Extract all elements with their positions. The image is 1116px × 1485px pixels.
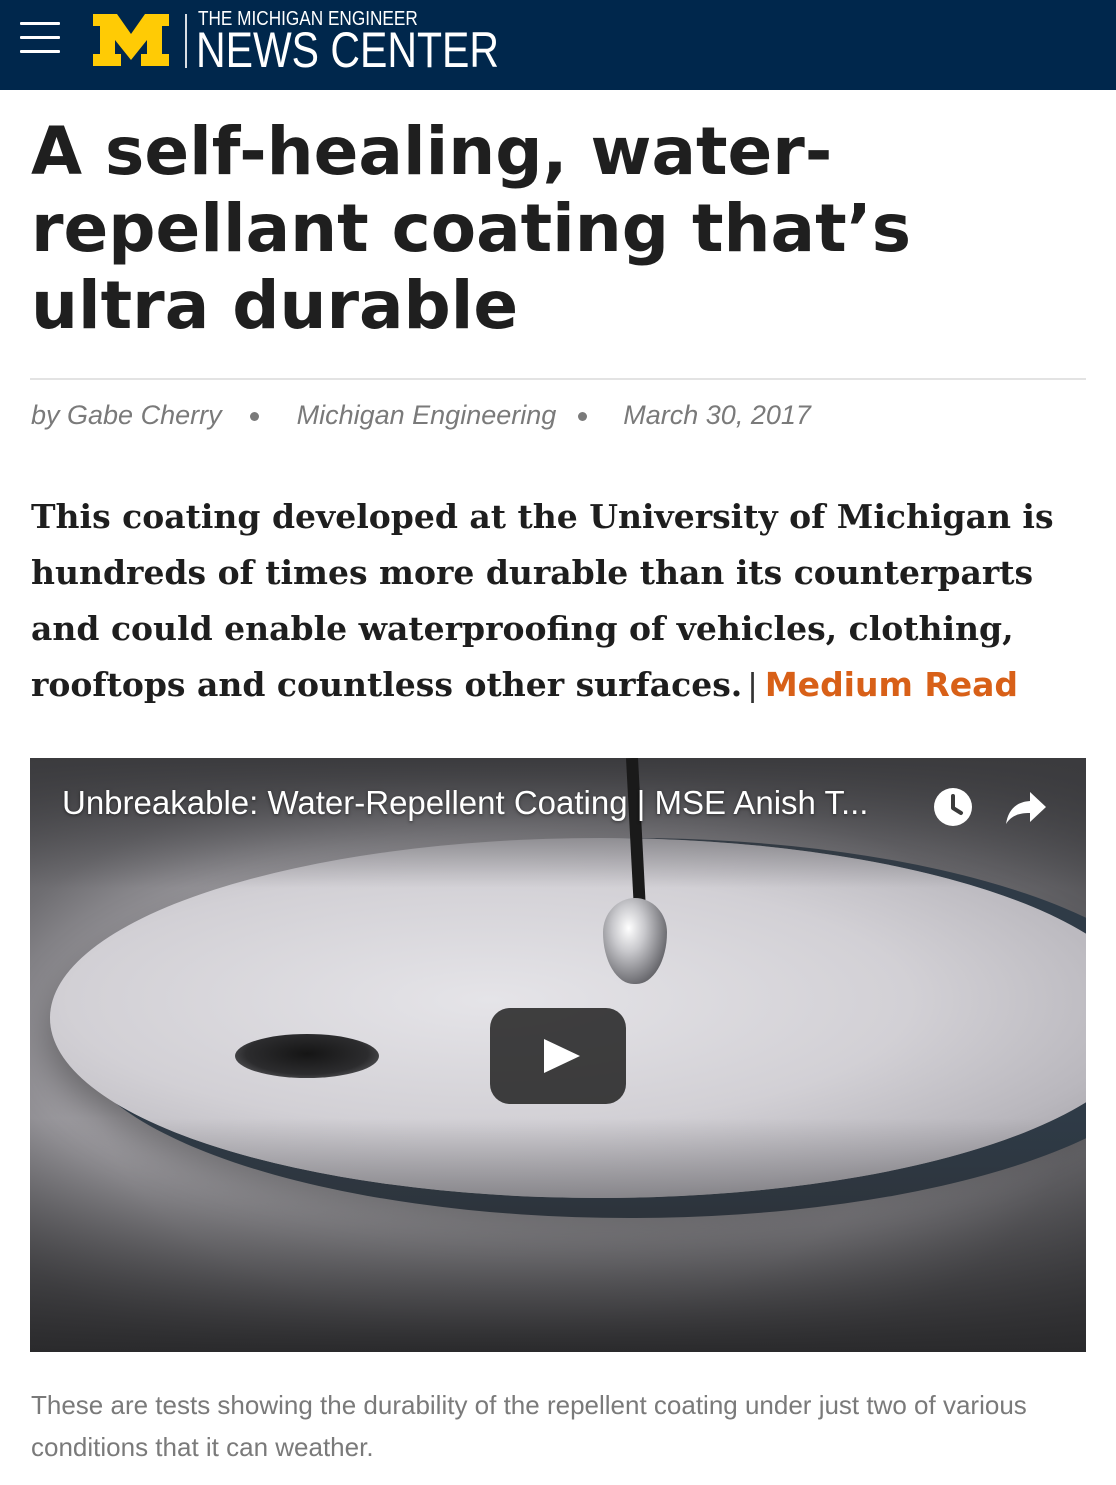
summary-separator: | — [748, 666, 757, 703]
university-block-m-logo[interactable] — [91, 12, 171, 68]
byline-source: Michigan Engineering — [296, 400, 557, 430]
divider — [30, 378, 1086, 380]
read-time-badge: Medium Read — [764, 665, 1019, 704]
article-headline: A self-healing, water-repellant coating … — [31, 113, 911, 344]
video-thumbnail-shade — [30, 758, 1086, 888]
site-header: THE MICHIGAN ENGINEER NEWS CENTER — [0, 0, 1116, 90]
logo-title[interactable]: NEWS CENTER — [196, 24, 499, 76]
separator-dot — [249, 412, 259, 422]
byline-date: March 30, 2017 — [623, 400, 811, 430]
video-player[interactable]: Unbreakable: Water-Repellent Coating | M… — [30, 758, 1086, 1352]
play-button-icon[interactable] — [490, 1008, 626, 1104]
byline: by Gabe Cherry Michigan Engineering March … — [31, 400, 811, 431]
article-summary: This coating developed at the University… — [31, 489, 1091, 713]
hamburger-menu-icon[interactable] — [20, 22, 60, 54]
video-title[interactable]: Unbreakable: Water-Repellent Coating | M… — [62, 784, 868, 822]
logo-divider — [185, 14, 187, 68]
video-caption: These are tests showing the durability o… — [31, 1390, 1027, 1462]
video-thumbnail-shade — [30, 1118, 1086, 1352]
separator-dot — [578, 412, 588, 422]
clock-icon[interactable] — [932, 786, 974, 828]
video-thumbnail-hole — [235, 1034, 379, 1078]
byline-author[interactable]: by Gabe Cherry — [31, 400, 222, 430]
share-arrow-icon[interactable] — [1004, 790, 1048, 826]
